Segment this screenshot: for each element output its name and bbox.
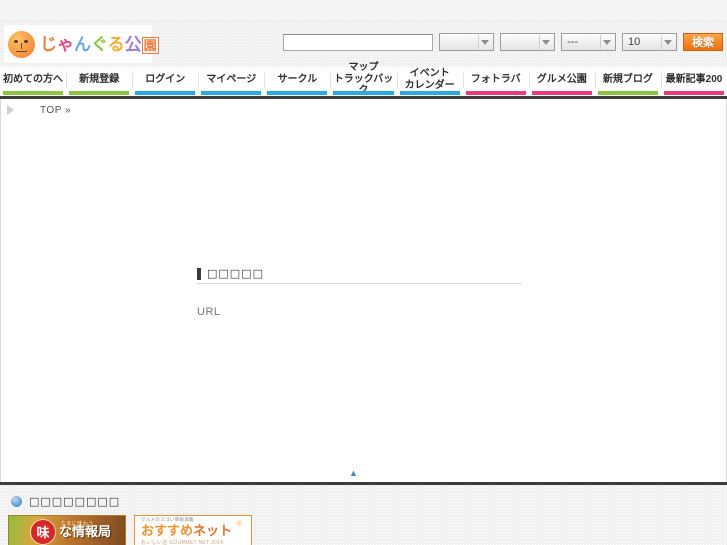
nav-item-underline xyxy=(531,91,592,95)
section-block: □□□□□ URL xyxy=(197,267,522,318)
search-button[interactable]: 検索 xyxy=(683,33,723,51)
chevron-down-icon xyxy=(478,35,492,49)
face-eye-left xyxy=(14,39,18,43)
chevron-down-icon xyxy=(539,35,553,49)
nav-item-10[interactable]: 最新記事200 xyxy=(660,67,727,96)
logo-char-0: じ xyxy=(40,34,57,54)
nav-item-label: 初めての方へ xyxy=(3,73,64,85)
nav-item-underline xyxy=(3,91,64,95)
nav-item-label: サークル xyxy=(277,73,318,85)
nav-item-4[interactable]: サークル xyxy=(264,67,330,96)
sparkle-icon xyxy=(235,519,243,527)
nav-item-6[interactable]: イベント カレンダー xyxy=(396,67,463,96)
nav-item-0[interactable]: 初めての方へ xyxy=(0,67,66,96)
banner-aji-na-jouhoukyoku[interactable]: たまに味わう 味 な情報局 xyxy=(8,515,126,545)
breadcrumb-top-link[interactable]: TOP » xyxy=(40,105,71,116)
nav-item-underline xyxy=(135,91,196,95)
nav-item-7[interactable]: フォトラバ xyxy=(462,67,529,96)
banner-aji-small-text: たまに味わう xyxy=(61,521,94,527)
nav-item-underline xyxy=(399,91,460,95)
breadcrumb: TOP » xyxy=(1,99,726,121)
nav-item-8[interactable]: グルメ公園 xyxy=(528,67,595,96)
nav-item-underline xyxy=(465,91,526,95)
nav-item-1[interactable]: 新規登録 xyxy=(66,67,132,96)
nav-item-label: フォトラバ xyxy=(470,73,521,85)
logo-char-5: 公 xyxy=(124,34,142,54)
face-eye-right xyxy=(24,39,28,43)
nav-item-label: 最新記事200 xyxy=(665,73,723,85)
search-count-select[interactable]: 10 xyxy=(622,33,677,51)
search-input[interactable] xyxy=(283,33,433,51)
back-to-top-button[interactable]: ▲ xyxy=(349,469,358,478)
footer-heading-row: □□□□□□□□ xyxy=(0,495,727,508)
nav-item-underline xyxy=(267,91,328,95)
nav-item-2[interactable]: ログイン xyxy=(132,67,198,96)
main-navigation: 初めての方へ 新規登録 ログイン マイページ サークルマップ トラックバックイベント カ… xyxy=(0,62,727,99)
banner-osusume-net[interactable]: グルメのスゴい情報満載 おすすめネット おいしい店 GOURMET NET 20… xyxy=(134,515,252,545)
url-label: URL xyxy=(197,306,221,318)
footer-heading: □□□□□□□□ xyxy=(29,495,121,508)
top-spacer-strip xyxy=(0,0,727,22)
search-area-select[interactable] xyxy=(500,33,555,51)
search-bar: --- 10 検索 xyxy=(283,33,723,51)
nav-item-9[interactable]: 新規ブログ xyxy=(594,67,661,96)
section-title: □□□□□ xyxy=(207,267,264,280)
section-heading: □□□□□ xyxy=(197,267,522,284)
bullet-circle-icon xyxy=(11,496,22,507)
site-footer: □□□□□□□□ たまに味わう 味 な情報局 グルメのスゴい情報満載 おすすめネ… xyxy=(0,485,727,545)
banner-net-label-1: おすすめ xyxy=(141,523,194,538)
search-category-select[interactable] xyxy=(439,33,494,51)
nav-item-5[interactable]: マップ トラックバック xyxy=(330,62,396,96)
site-header: じゃんぐる公園 --- 10 検索 xyxy=(0,22,727,67)
nav-item-label: 新規ブログ xyxy=(602,73,653,85)
search-count-value: 10 xyxy=(628,36,641,48)
nav-item-label: 新規登録 xyxy=(79,73,120,85)
logo-char-1: ゃ xyxy=(57,34,74,54)
site-logo-text: じゃんぐる公園 xyxy=(40,34,159,54)
breadcrumb-arrow-icon xyxy=(7,105,14,115)
footer-banner-row: たまに味わう 味 な情報局 グルメのスゴい情報満載 おすすめネット おいしい店 … xyxy=(0,515,727,545)
face-nose xyxy=(20,42,22,49)
banner-net-sub-text: おいしい店 GOURMET NET 2014 xyxy=(141,540,224,545)
nav-item-underline xyxy=(597,91,658,95)
search-sort-select[interactable]: --- xyxy=(561,33,616,51)
nav-item-underline xyxy=(333,91,394,95)
nav-item-underline xyxy=(663,91,725,95)
nav-item-underline xyxy=(201,91,262,95)
smiley-face-icon xyxy=(8,30,35,58)
nav-item-label: グルメ公園 xyxy=(536,73,587,85)
nav-item-label: イベント カレンダー xyxy=(404,68,455,91)
face-mouth xyxy=(16,50,27,52)
banner-net-label: おすすめネット xyxy=(141,524,251,537)
logo-char-4: る xyxy=(107,34,125,54)
nav-item-3[interactable]: マイページ xyxy=(198,67,264,96)
banner-net-label-2: ネット xyxy=(193,523,233,538)
nav-item-label: ログイン xyxy=(145,73,186,85)
logo-char-6-boxed: 園 xyxy=(141,36,159,54)
content-area: TOP » □□□□□ URL ▲ xyxy=(0,99,727,482)
chevron-down-icon xyxy=(600,35,614,49)
site-logo[interactable]: じゃんぐる公園 xyxy=(4,25,159,63)
search-sort-value: --- xyxy=(567,36,578,48)
nav-item-underline xyxy=(69,91,130,95)
logo-char-3: ぐ xyxy=(91,34,108,54)
banner-aji-mark: 味 xyxy=(31,519,55,544)
heading-marker xyxy=(197,267,201,280)
logo-char-2: ん xyxy=(74,34,91,54)
chevron-down-icon xyxy=(661,35,675,49)
nav-item-label: マイページ xyxy=(206,73,257,85)
